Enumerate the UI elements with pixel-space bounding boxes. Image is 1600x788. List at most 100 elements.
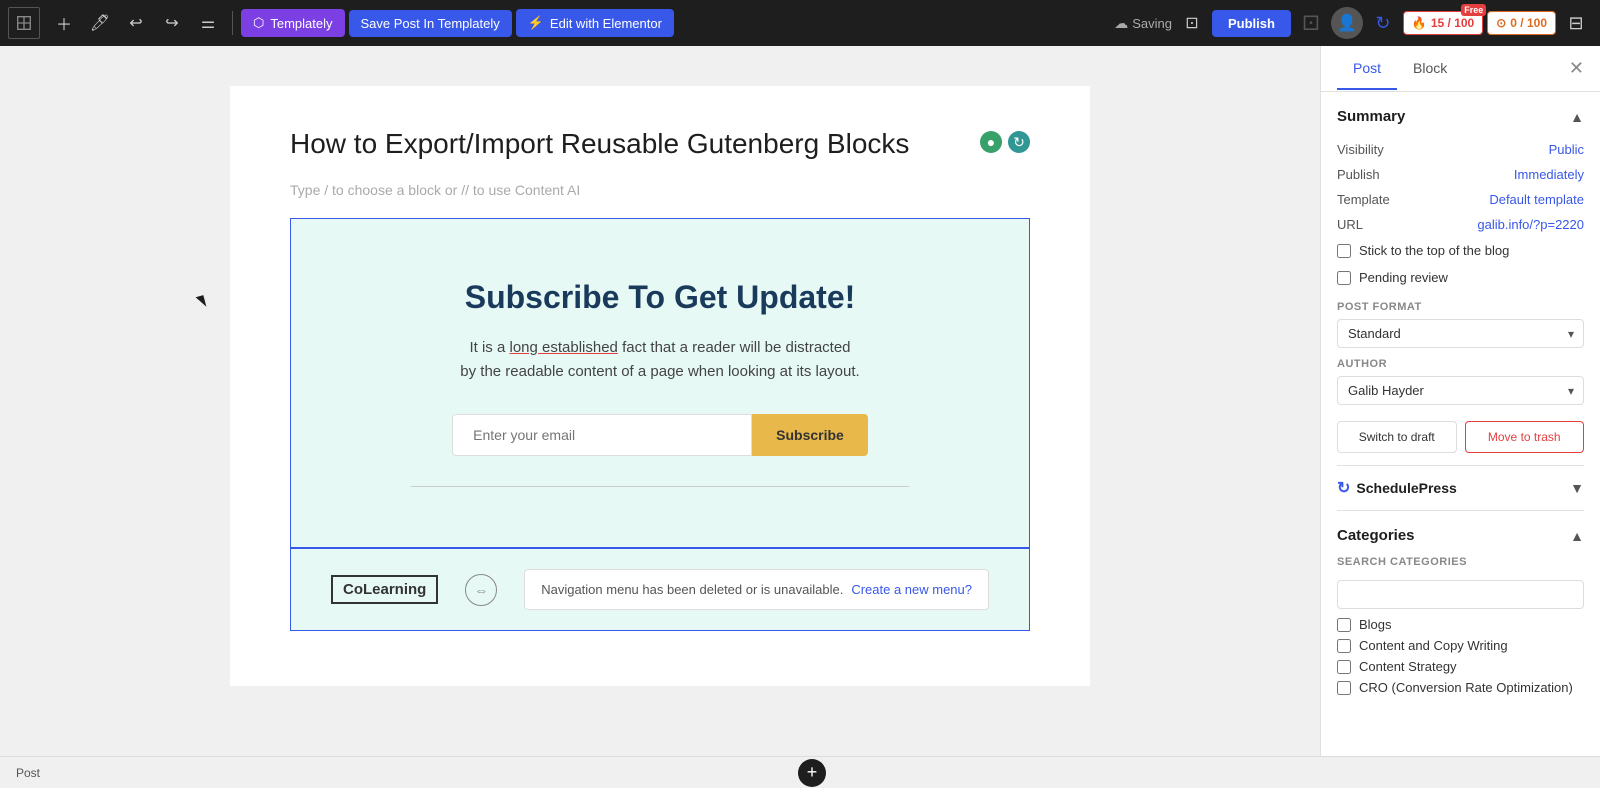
schedulepress-label: SchedulePress [1356, 480, 1456, 496]
nav-notice: Navigation menu has been deleted or is u… [524, 569, 989, 610]
template-value[interactable]: Default template [1489, 192, 1584, 207]
layout-button[interactable]: ⊟ [1560, 7, 1592, 39]
nav-notice-text: Navigation menu has been deleted or is u… [541, 582, 843, 597]
blogs-checkbox[interactable] [1337, 618, 1351, 632]
summary-toggle[interactable]: ▲ [1570, 109, 1584, 125]
categories-title: Categories [1337, 527, 1415, 544]
subscribe-block: Subscribe To Get Update! It is a long es… [290, 218, 1030, 548]
save-post-templately-button[interactable]: Save Post In Templately [349, 10, 512, 37]
schedulepress-toggle[interactable]: ▼ [1570, 480, 1584, 496]
post-format-select-wrapper: Standard Aside Chat Gallery Link Image Q… [1337, 319, 1584, 348]
readability-score: 15 / 100 [1431, 16, 1474, 30]
pending-review-label: Pending review [1359, 270, 1448, 285]
sidebar-tabs: Post Block [1337, 48, 1463, 90]
readability-score-badge[interactable]: 🔥 15 / 100 Free [1403, 11, 1483, 35]
sidebar-content: Summary ▲ Visibility Public Publish Imme… [1321, 92, 1600, 756]
visibility-label: Visibility [1337, 142, 1384, 157]
saving-label: Saving [1132, 16, 1172, 31]
elementor-button[interactable]: ⚡ Edit with Elementor [516, 9, 674, 37]
category-list: Blogs Content and Copy Writing Content S… [1337, 617, 1584, 695]
action-buttons: Switch to draft Move to trash [1337, 421, 1584, 453]
list-item: Content and Copy Writing [1337, 638, 1584, 653]
seo-score: 0 / 100 [1510, 16, 1547, 30]
colearning-logo[interactable]: CoLearning [331, 575, 438, 604]
template-label: Template [1337, 192, 1390, 207]
content-strategy-checkbox[interactable] [1337, 660, 1351, 674]
cursor [197, 296, 213, 312]
post-format-select[interactable]: Standard Aside Chat Gallery Link Image Q… [1337, 319, 1584, 348]
pending-review-checkbox[interactable] [1337, 271, 1351, 285]
saving-indicator: ☁ Saving [1114, 15, 1172, 32]
view-button[interactable]: ⊡ [1176, 7, 1208, 39]
block-placeholder[interactable]: Type / to choose a block or // to use Co… [290, 182, 1030, 198]
wp-logo[interactable] [8, 7, 40, 39]
tab-post[interactable]: Post [1337, 48, 1397, 90]
sidebar-close-button[interactable]: ✕ [1569, 58, 1584, 79]
footer-block: CoLearning ⇔ Navigation menu has been de… [290, 548, 1030, 631]
desc-link[interactable]: long established [509, 339, 617, 356]
tab-block[interactable]: Block [1397, 48, 1463, 90]
templately-button[interactable]: ⬡ Templately [241, 9, 345, 37]
add-block-button[interactable]: ＋ [48, 7, 80, 39]
move-trash-button[interactable]: Move to trash [1465, 421, 1585, 453]
create-menu-link[interactable]: Create a new menu? [851, 582, 972, 597]
visibility-value[interactable]: Public [1549, 142, 1584, 157]
publish-button[interactable]: Publish [1212, 10, 1291, 37]
subscribe-title: Subscribe To Get Update! [331, 279, 989, 316]
divider-1 [232, 11, 233, 35]
cro-checkbox[interactable] [1337, 681, 1351, 695]
publish-value[interactable]: Immediately [1514, 167, 1584, 182]
schedulepress-icon: ↻ [1337, 478, 1350, 498]
schedulepress-section: ↻ SchedulePress ▼ [1337, 465, 1584, 498]
blogs-label: Blogs [1359, 617, 1392, 632]
category-search-input[interactable] [1337, 580, 1584, 609]
circle-icon: ⊙ [1496, 16, 1506, 30]
subscribe-button[interactable]: Subscribe [752, 414, 868, 456]
add-block-bottom-button[interactable]: + [798, 759, 826, 787]
url-value[interactable]: galib.info/?p=2220 [1477, 217, 1584, 232]
seo-score-badge[interactable]: ⊙ 0 / 100 [1487, 11, 1556, 35]
schedule-icon-button[interactable]: ↻ [1367, 7, 1399, 39]
fire-icon: 🔥 [1412, 16, 1427, 30]
categories-section: Categories ▲ SEARCH CATEGORIES Blogs Con… [1337, 510, 1584, 695]
pending-review-row: Pending review [1337, 264, 1584, 291]
user-avatar-button[interactable]: 👤 [1331, 7, 1363, 39]
template-row: Template Default template [1337, 187, 1584, 212]
more-tools-button[interactable]: ⚌ [192, 7, 224, 39]
visibility-row: Visibility Public [1337, 137, 1584, 162]
redo-button[interactable]: ↪ [156, 7, 188, 39]
toolbar: ＋ 🖊 ↩ ↪ ⚌ ⬡ Templately Save Post In Temp… [0, 0, 1600, 46]
content-copy-checkbox[interactable] [1337, 639, 1351, 653]
content-copy-label: Content and Copy Writing [1359, 638, 1508, 653]
undo-button[interactable]: ↩ [120, 7, 152, 39]
publish-row: Publish Immediately [1337, 162, 1584, 187]
summary-section-header: Summary ▲ [1337, 108, 1584, 125]
title-icons: ● ↻ [980, 131, 1030, 153]
grammar-icon[interactable]: ● [980, 131, 1002, 153]
main-area: How to Export/Import Reusable Gutenberg … [0, 46, 1600, 756]
cloud-icon: ☁ [1114, 15, 1128, 32]
stick-to-top-checkbox[interactable] [1337, 244, 1351, 258]
save-post-label: Save Post In Templately [361, 16, 500, 31]
search-categories-label: SEARCH CATEGORIES [1337, 556, 1584, 568]
editor-content: How to Export/Import Reusable Gutenberg … [230, 86, 1090, 686]
nav-arrow[interactable]: ⇔ [465, 574, 497, 606]
subscribe-form: Subscribe [331, 414, 989, 456]
author-group: AUTHOR Galib Hayder [1337, 358, 1584, 405]
post-title[interactable]: How to Export/Import Reusable Gutenberg … [290, 126, 1030, 162]
elementor-icon: ⚡ [528, 15, 544, 31]
summary-title: Summary [1337, 108, 1405, 125]
content-strategy-label: Content Strategy [1359, 659, 1457, 674]
email-input[interactable] [452, 414, 752, 456]
yoast-button[interactable]: ⚀ [1295, 7, 1327, 39]
free-tag: Free [1461, 4, 1486, 16]
categories-toggle[interactable]: ▲ [1570, 528, 1584, 544]
templately-icon: ⬡ [253, 15, 264, 31]
ai-icon[interactable]: ↻ [1008, 131, 1030, 153]
list-item: Blogs [1337, 617, 1584, 632]
switch-draft-button[interactable]: Switch to draft [1337, 421, 1457, 453]
tools-button[interactable]: 🖊 [84, 7, 116, 39]
list-item: CRO (Conversion Rate Optimization) [1337, 680, 1584, 695]
author-select[interactable]: Galib Hayder [1337, 376, 1584, 405]
url-row: URL galib.info/?p=2220 [1337, 212, 1584, 237]
